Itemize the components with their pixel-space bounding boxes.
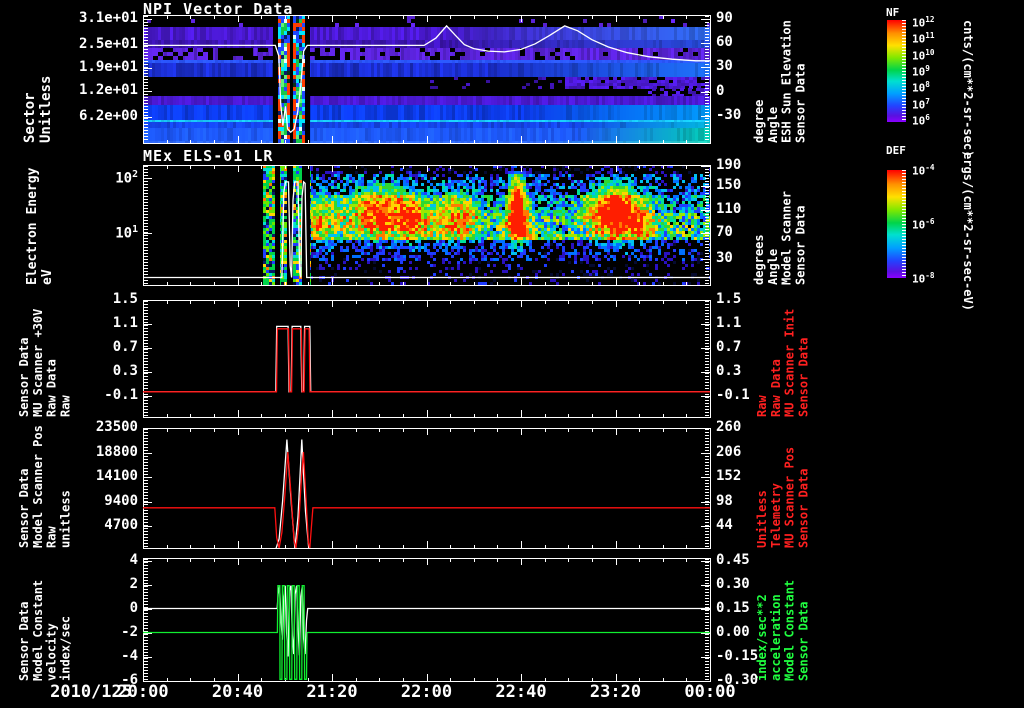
scanner-pos-trace-0 bbox=[143, 440, 710, 550]
mu-scanner-30v-trace-1 bbox=[143, 329, 710, 392]
model-constant-trace-1 bbox=[143, 586, 710, 680]
model-constant-trace-0 bbox=[143, 586, 710, 657]
plot-page: NPI Vector Data MEx ELS-01 LR NF cnts/(c… bbox=[0, 0, 1024, 708]
esh-sun-elevation-trace bbox=[143, 26, 710, 132]
scanner-pos-trace-1 bbox=[143, 452, 710, 548]
line-traces-layer bbox=[0, 0, 1024, 708]
mu-scanner-30v-trace-0 bbox=[143, 326, 710, 391]
scanner-angle-trace bbox=[143, 182, 710, 278]
